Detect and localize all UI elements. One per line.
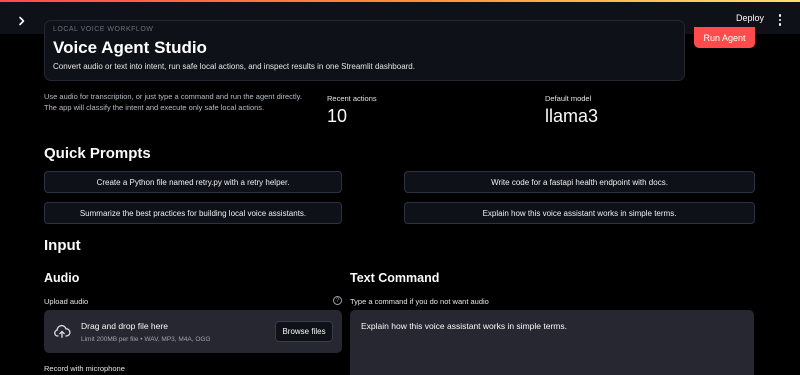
deploy-button[interactable]: Deploy (736, 13, 764, 23)
text-command-label: Type a command if you do not want audio (350, 297, 489, 306)
quick-prompts-heading: Quick Prompts (44, 145, 151, 162)
audio-heading: Audio (44, 271, 80, 285)
metric-value-default-model: llama3 (545, 106, 599, 126)
page-subtitle: Convert audio or text into intent, run s… (53, 62, 415, 71)
chevron-right-icon (19, 16, 25, 26)
intro-text: Use audio for transcription, or just typ… (44, 92, 302, 112)
quick-prompt-button[interactable]: Write code for a fastapi health endpoint… (404, 171, 755, 193)
record-microphone-label: Record with microphone (44, 364, 125, 373)
main-menu-button[interactable] (772, 10, 788, 30)
upload-audio-label: Upload audio (44, 297, 89, 306)
quick-prompt-button[interactable]: Explain how this voice assistant works i… (404, 202, 755, 224)
text-command-heading: Text Command (350, 271, 440, 285)
run-agent-button[interactable]: Run Agent (694, 27, 755, 48)
quick-prompt-button[interactable]: Create a Python file named retry.py with… (44, 171, 342, 193)
hero-eyebrow: LOCAL VOICE WORKFLOW (53, 26, 154, 33)
metric-label-recent-actions: Recent actions (327, 94, 377, 103)
quick-prompt-button[interactable]: Summarize the best practices for buildin… (44, 202, 342, 224)
more-vertical-icon (778, 14, 782, 17)
text-command-input[interactable]: Explain how this voice assistant works i… (350, 310, 754, 375)
input-heading: Input (44, 237, 81, 254)
help-circle-icon[interactable]: ? (333, 296, 342, 305)
dropzone-limit: Limit 200MB per file • WAV, MP3, M4A, OG… (81, 336, 211, 343)
browse-files-button[interactable]: Browse files (275, 321, 333, 342)
cloud-upload-icon (54, 324, 71, 338)
metric-label-default-model: Default model (545, 94, 592, 103)
page-title: Voice Agent Studio (53, 38, 207, 57)
dropzone-title: Drag and drop file here (81, 321, 168, 331)
metric-value-recent-actions: 10 (327, 106, 348, 126)
sidebar-toggle-button[interactable] (12, 11, 32, 31)
